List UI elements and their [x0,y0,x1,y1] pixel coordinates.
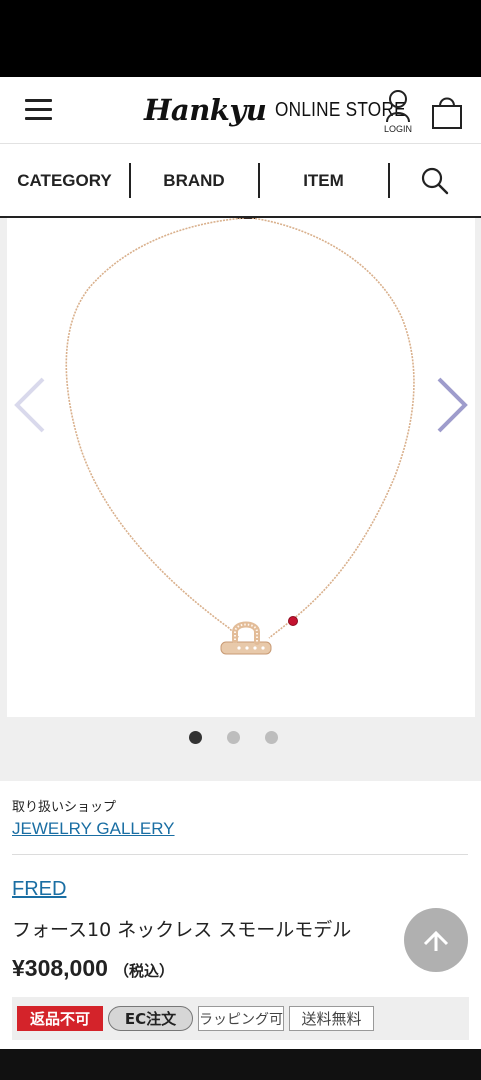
site-header: Hankyu ONLINE STORE LOGIN [0,77,481,144]
logo-wordmark: Hankyu [144,93,267,127]
shop-link[interactable]: JEWELRY GALLERY [12,819,175,839]
login-button[interactable]: LOGIN [380,90,416,136]
wrapping-badge: ラッピング可 [198,1006,284,1031]
price-tax-note: （税込） [113,962,174,980]
main-nav: CATEGORY BRAND ITEM [0,145,481,218]
chevron-left-icon [14,377,45,433]
login-label: LOGIN [383,124,412,134]
necklace-image [65,218,415,655]
hamburger-menu-icon[interactable] [25,99,52,121]
horseshoe-pendant [220,621,272,655]
nav-brand[interactable]: BRAND [130,145,258,216]
no-return-badge: 返品不可 [17,1006,103,1031]
product-price: ¥308,000 （税込） [12,955,174,982]
product-tags: 返品不可 EC注文 ラッピング可 送料無料 [12,997,469,1040]
carousel-prev-button[interactable] [10,375,50,435]
carousel-dot[interactable] [265,731,278,744]
shop-label: 取り扱いショップ [12,800,117,815]
search-icon [421,167,449,194]
status-bar [0,0,481,77]
cart-button[interactable] [431,94,463,130]
carousel-dot[interactable] [189,731,202,744]
carousel-next-button[interactable] [432,375,472,435]
carousel-dot[interactable] [227,731,240,744]
user-icon [386,90,410,123]
ec-order-badge: EC注文 [108,1006,193,1031]
price-value: ¥308,000 [12,955,108,981]
back-to-top-button[interactable] [404,908,468,972]
search-button[interactable] [389,145,481,216]
product-image-carousel [0,218,481,781]
nav-item[interactable]: ITEM [259,145,388,216]
product-image[interactable] [7,218,475,717]
free-shipping-badge: 送料無料 [289,1006,374,1031]
product-info: 取り扱いショップ JEWELRY GALLERY FRED フォース10 ネック… [0,781,481,1049]
divider [12,854,468,855]
nav-category[interactable]: CATEGORY [0,145,129,216]
carousel-dots [0,731,481,745]
shopping-bag-icon [432,97,462,129]
product-title: フォース10 ネックレス スモールモデル [12,919,352,941]
brand-link[interactable]: FRED [12,878,66,901]
chevron-right-icon [437,377,468,433]
ruby-stone [288,616,298,626]
bottom-system-bar [0,1049,481,1080]
chevron-up-icon [423,930,449,951]
